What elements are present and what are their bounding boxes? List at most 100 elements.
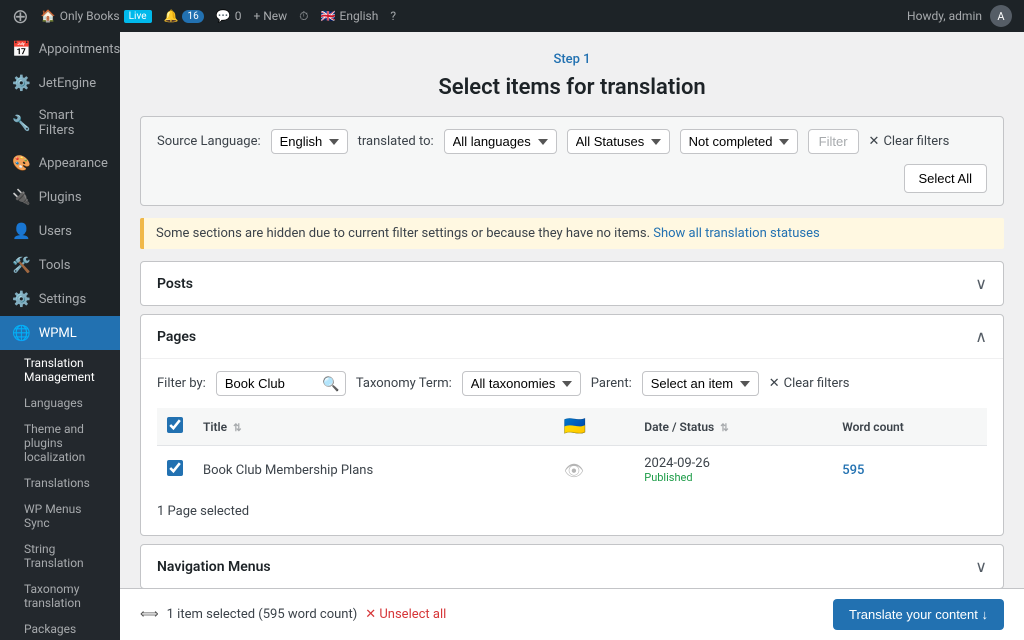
date-sort-icon: ⇅ bbox=[720, 423, 728, 434]
ukraine-flag-icon: 🇺🇦 bbox=[564, 416, 586, 437]
source-language-label: Source Language: bbox=[157, 134, 261, 149]
word-count-link[interactable]: 595 bbox=[842, 463, 864, 478]
title-sort-icon: ⇅ bbox=[233, 423, 241, 434]
pages-table: Title ⇅ 🇺🇦 Date / Status ⇅ bbox=[157, 408, 987, 494]
submenu-item-taxonomy-translation[interactable]: Taxonomy translation bbox=[0, 576, 120, 616]
appearance-icon: 🎨 bbox=[12, 154, 31, 172]
sidebar-item-label: JetEngine bbox=[39, 76, 96, 91]
submenu-item-wp-menus-sync[interactable]: WP Menus Sync bbox=[0, 496, 120, 536]
sidebar-submenu: Translation Management Languages Theme a… bbox=[0, 350, 120, 640]
sidebar-item-plugins[interactable]: 🔌 Plugins bbox=[0, 180, 120, 214]
tools-icon: 🛠️ bbox=[12, 256, 31, 274]
submenu-item-string-translation[interactable]: String Translation bbox=[0, 536, 120, 576]
adminbar-help[interactable]: ? bbox=[390, 9, 396, 23]
filter-button[interactable]: Filter bbox=[808, 129, 859, 154]
adminbar-new-label: + New bbox=[253, 9, 287, 23]
comment-icon: 💬 bbox=[216, 9, 231, 23]
navigation-menus-header[interactable]: Navigation Menus ∨ bbox=[141, 545, 1003, 588]
navigation-menus-section: Navigation Menus ∨ bbox=[140, 544, 1004, 589]
checkbox-header-cell bbox=[157, 408, 193, 446]
all-statuses-select[interactable]: All Statuses bbox=[567, 129, 670, 154]
jetengine-icon: ⚙️ bbox=[12, 74, 31, 92]
unselect-all-link[interactable]: ✕ Unselect all bbox=[365, 607, 446, 622]
notice-text: Some sections are hidden due to current … bbox=[156, 226, 650, 241]
howdy-text: Howdy, admin bbox=[907, 9, 982, 23]
main-content: Step 1 Select items for translation Sour… bbox=[120, 32, 1024, 640]
translated-to-select[interactable]: All languages bbox=[444, 129, 557, 154]
pages-filter-by-label: Filter by: bbox=[157, 376, 206, 391]
selected-items-text: 1 item selected (595 word count) bbox=[167, 607, 358, 622]
sidebar-item-label: Appearance bbox=[39, 156, 108, 171]
row-checkbox-cell bbox=[157, 446, 193, 495]
adminbar-language-label: English bbox=[340, 9, 379, 23]
translate-button[interactable]: Translate your content ↓ bbox=[833, 599, 1004, 630]
eye-icon[interactable]: 👁 bbox=[564, 461, 584, 480]
adminbar-comments[interactable]: 💬 0 bbox=[216, 9, 242, 23]
sidebar-item-jetengine[interactable]: ⚙️ JetEngine bbox=[0, 66, 120, 100]
pages-section: Pages ∧ Filter by: 🔍 Taxonomy Term: All … bbox=[140, 314, 1004, 536]
source-language-select[interactable]: English bbox=[271, 129, 348, 154]
adminbar-site-name: Only Books bbox=[60, 9, 120, 23]
sidebar-item-tools[interactable]: 🛠️ Tools bbox=[0, 248, 120, 282]
clock-icon: ⏱ bbox=[299, 9, 308, 24]
smart-filters-icon: 🔧 bbox=[12, 114, 31, 132]
row-checkbox[interactable] bbox=[167, 460, 183, 476]
row-date: 2024-09-26 bbox=[644, 456, 822, 471]
sidebar: 📅 Appointments ⚙️ JetEngine 🔧 Smart Filt… bbox=[0, 32, 120, 640]
pages-section-title: Pages bbox=[157, 329, 196, 345]
live-badge: Live bbox=[124, 10, 152, 23]
page-title: Select items for translation bbox=[140, 75, 1004, 100]
parent-label: Parent: bbox=[591, 376, 632, 391]
pages-section-body: Filter by: 🔍 Taxonomy Term: All taxonomi… bbox=[141, 358, 1003, 535]
sidebar-item-label: Settings bbox=[39, 292, 86, 307]
flag-column-header: 🇺🇦 bbox=[554, 408, 634, 446]
adminbar-new[interactable]: + New bbox=[253, 9, 287, 23]
avatar[interactable]: A bbox=[990, 5, 1012, 27]
date-status-column-header[interactable]: Date / Status ⇅ bbox=[634, 408, 832, 446]
sidebar-item-smart-filters[interactable]: 🔧 Smart Filters bbox=[0, 100, 120, 146]
clear-filters-link[interactable]: ✕ Clear filters bbox=[869, 134, 950, 149]
sidebar-item-wpml[interactable]: 🌐 WPML bbox=[0, 316, 120, 350]
pages-filter-bar: Filter by: 🔍 Taxonomy Term: All taxonomi… bbox=[157, 371, 987, 396]
select-all-checkbox[interactable] bbox=[167, 417, 183, 433]
adminbar-language[interactable]: 🇬🇧 English bbox=[321, 9, 379, 23]
table-header-row: Title ⇅ 🇺🇦 Date / Status ⇅ bbox=[157, 408, 987, 446]
submenu-item-languages[interactable]: Languages bbox=[0, 390, 120, 416]
taxonomy-term-select[interactable]: All taxonomies bbox=[462, 371, 581, 396]
pages-clear-filters-label: Clear filters bbox=[784, 376, 850, 391]
title-column-header[interactable]: Title ⇅ bbox=[193, 408, 554, 446]
sidebar-item-label: WPML bbox=[39, 326, 77, 341]
row-status: Published bbox=[644, 471, 822, 484]
translated-to-label: translated to: bbox=[358, 134, 434, 149]
show-all-statuses-link[interactable]: Show all translation statuses bbox=[653, 226, 820, 241]
submenu-item-translations[interactable]: Translations bbox=[0, 470, 120, 496]
navigation-menus-chevron-icon: ∨ bbox=[975, 557, 987, 576]
adminbar-clock[interactable]: ⏱ bbox=[299, 9, 308, 24]
plugins-icon: 🔌 bbox=[12, 188, 31, 206]
sidebar-item-settings[interactable]: ⚙️ Settings bbox=[0, 282, 120, 316]
adminbar-notifications[interactable]: 🔔 16 bbox=[164, 9, 204, 23]
posts-section-header[interactable]: Posts ∨ bbox=[141, 262, 1003, 305]
sidebar-item-appearance[interactable]: 🎨 Appearance bbox=[0, 146, 120, 180]
sidebar-item-users[interactable]: 👤 Users bbox=[0, 214, 120, 248]
pages-clear-filters-link[interactable]: ✕ Clear filters bbox=[769, 376, 850, 391]
select-all-button[interactable]: Select All bbox=[904, 164, 987, 193]
submenu-item-translation-management[interactable]: Translation Management bbox=[0, 350, 120, 390]
selected-count-text: 1 Page selected bbox=[157, 494, 987, 523]
posts-chevron-icon: ∨ bbox=[975, 274, 987, 293]
adminbar-site[interactable]: 🏠 Only Books Live bbox=[41, 9, 152, 23]
sidebar-item-label: Appointments bbox=[39, 42, 120, 57]
step-label: Step 1 bbox=[140, 52, 1004, 67]
parent-select[interactable]: Select an item bbox=[642, 371, 759, 396]
posts-section: Posts ∨ bbox=[140, 261, 1004, 306]
bottom-bar-left: ⟺ 1 item selected (595 word count) ✕ Uns… bbox=[140, 607, 446, 622]
submenu-item-packages[interactable]: Packages bbox=[0, 616, 120, 640]
pages-chevron-icon: ∧ bbox=[975, 327, 987, 346]
submenu-item-theme-localization[interactable]: Theme and plugins localization bbox=[0, 416, 120, 470]
search-icon-button[interactable]: 🔍 bbox=[322, 375, 339, 392]
sidebar-item-label: Smart Filters bbox=[39, 108, 108, 138]
translate-icon: ⟺ bbox=[140, 607, 159, 622]
pages-section-header[interactable]: Pages ∧ bbox=[141, 315, 1003, 358]
completion-select[interactable]: Not completed bbox=[680, 129, 798, 154]
sidebar-item-appointments[interactable]: 📅 Appointments bbox=[0, 32, 120, 66]
